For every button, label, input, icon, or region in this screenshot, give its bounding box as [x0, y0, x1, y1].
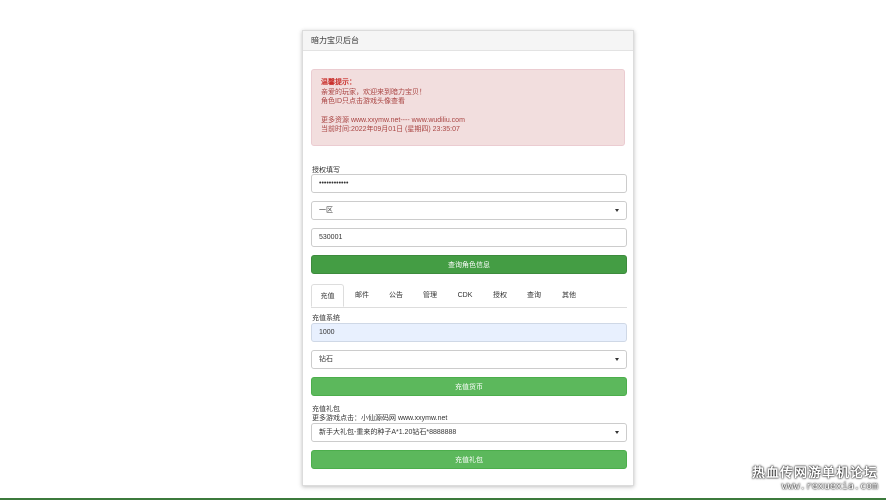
currency-select[interactable]: 钻石	[311, 350, 627, 369]
tab-announcement[interactable]: 公告	[381, 284, 411, 307]
gift-note: 更多游戏点击：小仙源码网 www.xxymw.net	[312, 415, 448, 422]
tab-manage[interactable]: 管理	[415, 284, 445, 307]
tab-authorize[interactable]: 授权	[485, 284, 515, 307]
recharge-amount-field[interactable]: 1000	[311, 323, 627, 342]
server-select-value: 一区	[319, 207, 333, 214]
notice-time: 当前时间:2022年09月01日 (星期四) 23:35:07	[321, 126, 460, 133]
notice-line: 亲爱的玩家，欢迎来到暗力宝贝！	[321, 88, 426, 96]
recharge-gift-button[interactable]: 充值礼包	[311, 450, 627, 469]
auth-password-field[interactable]: ••••••••••••	[311, 174, 627, 193]
chevron-down-icon	[615, 209, 619, 212]
chevron-down-icon	[615, 358, 619, 361]
server-select[interactable]: 一区	[311, 201, 627, 220]
panel-title: 暗力宝贝后台	[303, 31, 633, 51]
notice-line: 更多资源 www.xxymw.net---- www.wudiliu.com	[321, 116, 465, 124]
watermark-title: 热血传网游单机论坛	[751, 465, 878, 480]
tab-bar: 充值 邮件 公告 管理 CDK 授权 查询 其他	[311, 284, 627, 308]
chevron-down-icon	[615, 431, 619, 434]
tab-mail[interactable]: 邮件	[347, 284, 377, 307]
tab-recharge[interactable]: 充值	[311, 284, 344, 307]
notice-title: 温馨提示：	[321, 79, 356, 86]
gift-select-value: 新手大礼包-重来的种子A*1.20钻石*8888888	[319, 429, 457, 436]
tab-other[interactable]: 其他	[554, 284, 584, 307]
currency-select-value: 钻石	[319, 356, 333, 363]
recharge-label: 充值系统	[312, 315, 340, 322]
watermark-url: www.rexuexia.com	[781, 481, 878, 492]
tab-query[interactable]: 查询	[519, 284, 549, 307]
role-id-field[interactable]: 530001	[311, 228, 627, 247]
gift-select[interactable]: 新手大礼包-重来的种子A*1.20钻石*8888888	[311, 423, 627, 442]
notice-line: 角色ID只点击游戏头像查看	[321, 98, 405, 105]
admin-panel: 暗力宝贝后台 温馨提示： 亲爱的玩家，欢迎来到暗力宝贝！ 角色ID只点击游戏头像…	[302, 30, 634, 486]
query-role-button[interactable]: 查询角色信息	[311, 255, 627, 274]
tab-cdk[interactable]: CDK	[450, 284, 480, 307]
notice-alert: 温馨提示： 亲爱的玩家，欢迎来到暗力宝贝！ 角色ID只点击游戏头像查看 更多资源…	[311, 69, 625, 146]
site-watermark: 热血传网游单机论坛 www.rexuexia.com	[752, 462, 878, 492]
recharge-currency-button[interactable]: 充值货币	[311, 377, 627, 396]
